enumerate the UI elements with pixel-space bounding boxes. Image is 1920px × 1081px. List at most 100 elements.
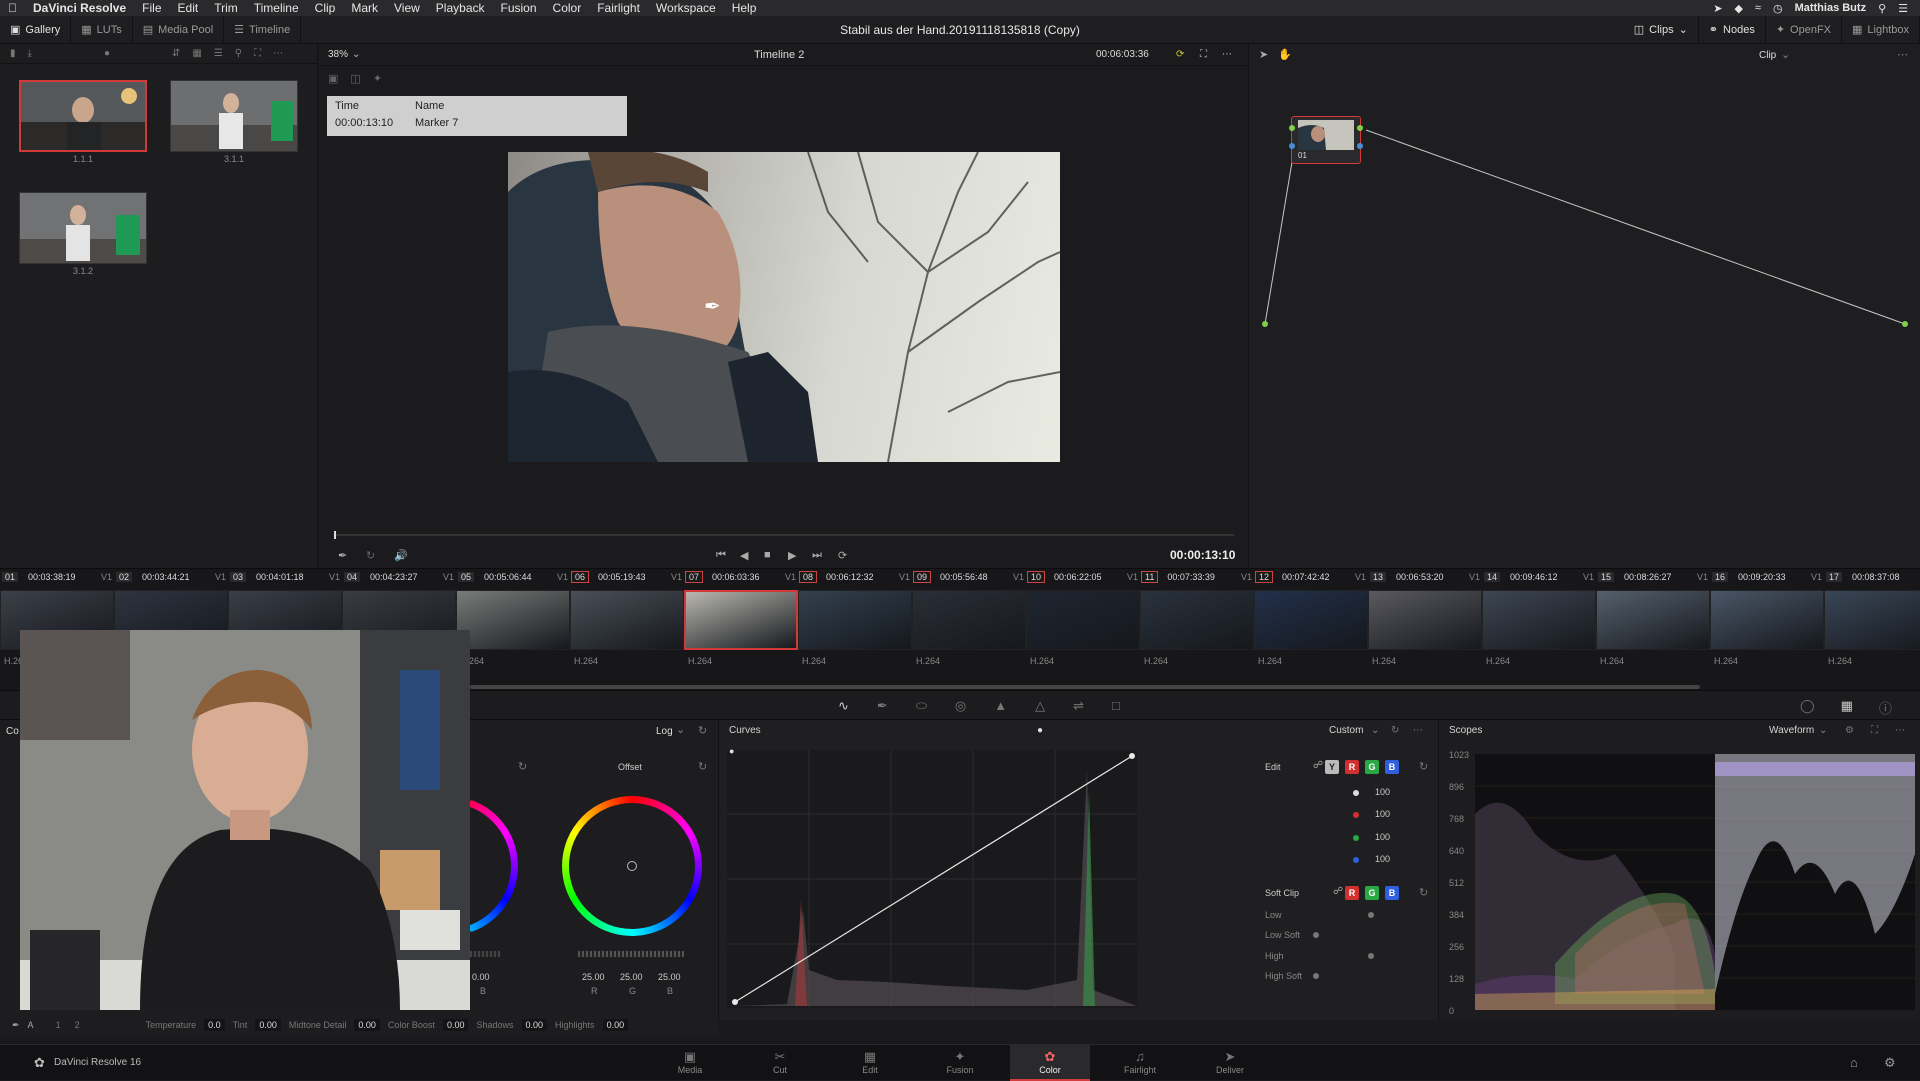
- softclip-high-slider[interactable]: [1368, 953, 1374, 959]
- timeline-clip[interactable]: 12 00:07:42:42 V1 H.264: [1254, 569, 1368, 691]
- home-icon[interactable]: ⌂: [1850, 1055, 1858, 1070]
- page-cut[interactable]: ✂ Cut: [740, 1045, 820, 1081]
- settings-icon[interactable]: ⚙: [1884, 1055, 1896, 1071]
- tab-openfx[interactable]: ✦ OpenFX: [1766, 16, 1842, 43]
- clip-strip-scrollbar[interactable]: [470, 685, 1700, 689]
- single-view-icon[interactable]: ▣: [328, 72, 338, 85]
- channel-b-button[interactable]: B: [1385, 760, 1399, 774]
- control-center-icon[interactable]: ☰: [1898, 2, 1908, 15]
- more-options-icon[interactable]: ⋯: [1895, 725, 1905, 736]
- softclip-g-button[interactable]: G: [1365, 886, 1379, 900]
- offset-r-value[interactable]: 25.00: [582, 972, 605, 982]
- intensity-r-value[interactable]: 100: [1375, 809, 1390, 819]
- loop-playback-icon[interactable]: ⟳: [838, 549, 847, 562]
- tab-media-pool[interactable]: ▤ Media Pool: [133, 16, 225, 43]
- zoom-level[interactable]: 38%: [328, 49, 348, 60]
- menu-timeline[interactable]: Timeline: [246, 1, 307, 15]
- qualifier-icon[interactable]: ✒: [877, 698, 888, 714]
- node-output-dot[interactable]: [1357, 125, 1363, 131]
- curve-handle[interactable]: ●: [729, 746, 734, 756]
- apple-icon[interactable]: : [0, 1, 25, 15]
- curves-tool-icon[interactable]: ∿: [838, 698, 849, 714]
- wifi-icon[interactable]: ≈: [1755, 2, 1761, 14]
- node-editor[interactable]: ➤ ✋ Clip ⌄ ⋯ 01: [1249, 44, 1920, 568]
- stop-icon[interactable]: ■: [764, 549, 771, 561]
- menu-fairlight[interactable]: Fairlight: [589, 1, 648, 15]
- reset-icon[interactable]: ↻: [698, 724, 707, 737]
- channel-y-button[interactable]: Y: [1325, 760, 1339, 774]
- timeline-clip[interactable]: 11 00:07:33:39 V1 H.264: [1140, 569, 1254, 691]
- timeline-clip[interactable]: 16 00:09:20:33 V1 H.264: [1710, 569, 1824, 691]
- reset-icon[interactable]: ↻: [1391, 725, 1399, 736]
- page-fusion[interactable]: ✦ Fusion: [920, 1045, 1000, 1081]
- reset-icon[interactable]: ↻: [698, 760, 707, 773]
- wheels-page-1[interactable]: 1: [56, 1020, 61, 1030]
- curves-preset[interactable]: Custom: [1329, 725, 1363, 736]
- scope-settings-icon[interactable]: ⚙: [1845, 725, 1854, 736]
- reset-icon[interactable]: ↻: [1419, 760, 1428, 773]
- wipe-icon[interactable]: ✦: [373, 72, 382, 85]
- softclip-highsoft-slider[interactable]: [1313, 973, 1319, 979]
- softclip-r-button[interactable]: R: [1345, 886, 1359, 900]
- more-options-icon[interactable]: ⋯: [1413, 725, 1423, 736]
- tab-gallery[interactable]: ▣ Gallery: [0, 16, 72, 43]
- param-value[interactable]: 0.00: [521, 1019, 548, 1031]
- menu-edit[interactable]: Edit: [170, 1, 207, 15]
- offset-g-value[interactable]: 25.00: [620, 972, 643, 982]
- fit-icon[interactable]: ⛶: [254, 48, 261, 59]
- tracker-icon[interactable]: ◎: [955, 698, 966, 714]
- timeline-clip[interactable]: 06 00:05:19:43 V1 H.264: [570, 569, 684, 691]
- timeline-name[interactable]: Timeline 2: [754, 49, 804, 61]
- menu-help[interactable]: Help: [724, 1, 765, 15]
- chevron-down-icon[interactable]: ⌄: [352, 49, 360, 60]
- page-color[interactable]: ✿ Color: [1010, 1045, 1090, 1081]
- viewer-frame[interactable]: ✒: [508, 152, 1060, 462]
- param-value[interactable]: 0.00: [255, 1019, 281, 1031]
- search-icon[interactable]: ⚲: [235, 48, 242, 59]
- channel-g-button[interactable]: G: [1365, 760, 1379, 774]
- user-name[interactable]: Matthias Butz: [1795, 2, 1867, 14]
- tab-lightbox[interactable]: ▦ Lightbox: [1842, 16, 1920, 43]
- timeline-clip[interactable]: 10 00:06:22:05 V1 H.264: [1026, 569, 1140, 691]
- intensity-g-value[interactable]: 100: [1375, 832, 1390, 842]
- menu-view[interactable]: View: [386, 1, 428, 15]
- tab-luts[interactable]: ▦ LUTs: [71, 16, 133, 43]
- curve-graph[interactable]: [727, 750, 1137, 1008]
- offset-wheel[interactable]: [562, 796, 702, 936]
- blur-icon[interactable]: △: [1035, 698, 1045, 714]
- link-icon[interactable]: ☍: [1313, 760, 1323, 771]
- more-options-icon[interactable]: ⋯: [1222, 49, 1232, 60]
- param-value[interactable]: 0.00: [442, 1019, 469, 1031]
- menu-mark[interactable]: Mark: [343, 1, 386, 15]
- intensity-b-value[interactable]: 100: [1375, 854, 1390, 864]
- dropbox-icon[interactable]: ◆: [1734, 2, 1742, 15]
- color-picker-tool-icon[interactable]: ✒: [338, 549, 347, 562]
- volume-icon[interactable]: 🔊: [394, 549, 408, 562]
- timeline-clip[interactable]: 14 00:09:46:12 V1 H.264: [1482, 569, 1596, 691]
- timeline-clip[interactable]: 15 00:08:26:27 V1 H.264: [1596, 569, 1710, 691]
- page-fairlight[interactable]: ♫ Fairlight: [1100, 1045, 1180, 1081]
- reset-icon[interactable]: ↻: [518, 760, 527, 773]
- split-view-icon[interactable]: ◫: [350, 72, 360, 85]
- magic-mask-icon[interactable]: ▲: [994, 698, 1007, 714]
- list-view-icon[interactable]: ☰: [214, 48, 223, 59]
- intensity-y-value[interactable]: 100: [1375, 787, 1390, 797]
- search-icon[interactable]: ⚲: [1878, 2, 1886, 15]
- channel-r-button[interactable]: R: [1345, 760, 1359, 774]
- menu-color[interactable]: Color: [545, 1, 590, 15]
- node-key-input-dot[interactable]: [1289, 143, 1295, 149]
- app-menu[interactable]: DaVinci Resolve: [25, 1, 134, 15]
- play-icon[interactable]: ▶: [788, 549, 796, 562]
- more-options-icon[interactable]: ⋯: [273, 48, 283, 59]
- grab-still-icon[interactable]: ⤓: [28, 48, 32, 59]
- viewer-scrubber[interactable]: [334, 531, 1234, 539]
- chevron-down-icon[interactable]: ⌄: [676, 723, 685, 736]
- grid-view-icon[interactable]: ▦: [192, 48, 201, 59]
- wheel-value[interactable]: 0.00: [472, 972, 490, 982]
- reset-icon[interactable]: ↻: [1419, 886, 1428, 899]
- wheels-mode[interactable]: Log: [656, 726, 673, 737]
- go-to-start-icon[interactable]: ⏮: [716, 549, 726, 562]
- wheels-page-2[interactable]: 2: [75, 1020, 80, 1030]
- tab-timeline[interactable]: ☰ Timeline: [224, 16, 302, 43]
- playhead[interactable]: [334, 531, 336, 539]
